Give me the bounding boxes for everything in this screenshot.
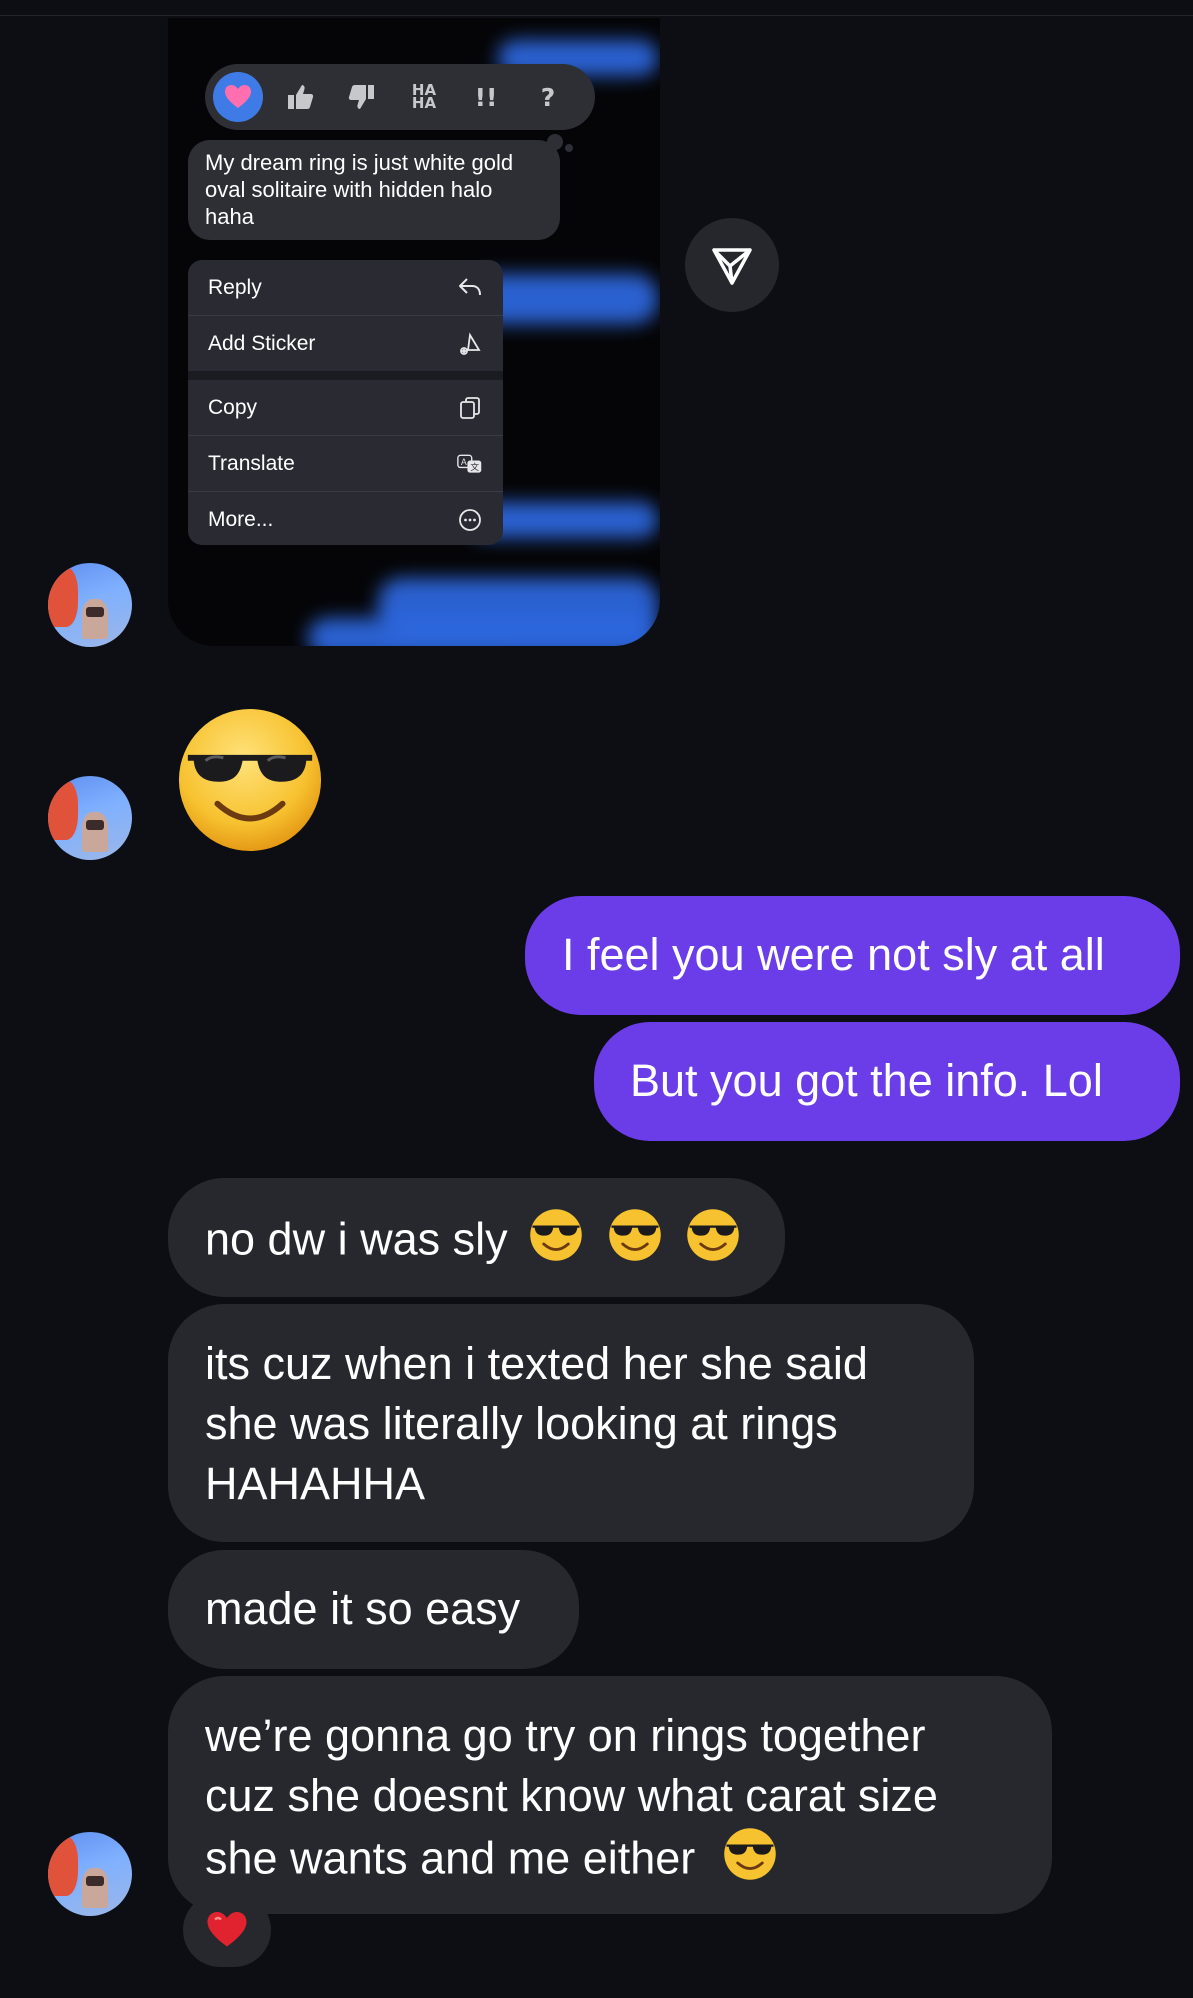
avatar[interactable] xyxy=(48,563,132,647)
avatar[interactable] xyxy=(48,776,132,860)
haha-reaction-icon[interactable]: HA HA xyxy=(399,72,449,122)
question-reaction-icon[interactable]: ? xyxy=(523,72,573,122)
menu-item-label: Reply xyxy=(208,275,262,299)
top-divider xyxy=(0,15,1193,16)
message-text-line: she was literally looking at rings xyxy=(205,1398,838,1449)
sunglasses-emoji-message[interactable] xyxy=(176,706,324,854)
message-text-line: its cuz when i texted her she said xyxy=(205,1338,868,1389)
sunglasses-emoji xyxy=(685,1207,741,1278)
menu-item-translate[interactable]: Translate A文 xyxy=(188,436,503,491)
sent-message[interactable]: But you got the info. Lol xyxy=(594,1022,1180,1141)
avatar[interactable] xyxy=(48,1832,132,1916)
menu-item-label: More... xyxy=(208,507,274,531)
svg-text:A: A xyxy=(461,457,467,467)
message-reaction-badge[interactable] xyxy=(183,1893,271,1967)
message-text-line: cuz she doesnt know what carat size xyxy=(205,1770,938,1821)
exclamation-reaction-icon[interactable]: !! xyxy=(461,72,511,122)
sunglasses-emoji xyxy=(607,1207,663,1278)
message-text: But you got the info. Lol xyxy=(630,1055,1103,1106)
menu-item-copy[interactable]: Copy xyxy=(188,380,503,435)
reply-icon xyxy=(457,275,483,301)
preview-text: My dream ring is just white gold oval so… xyxy=(205,150,514,229)
message-text: I feel you were not sly at all xyxy=(562,929,1105,980)
copy-icon xyxy=(457,395,483,421)
received-message[interactable]: its cuz when i texted her she said she w… xyxy=(168,1304,974,1542)
heart-icon xyxy=(207,1912,247,1947)
menu-item-label: Add Sticker xyxy=(208,331,316,355)
message-text-line: HAHAHHA xyxy=(205,1458,426,1509)
context-menu: Reply Add Sticker Copy Translate A文 More… xyxy=(188,260,503,545)
reaction-bar-tail-dot xyxy=(565,144,573,152)
received-message[interactable]: we’re gonna go try on rings together cuz… xyxy=(168,1676,1052,1914)
received-message[interactable]: made it so easy xyxy=(168,1550,579,1669)
svg-text:文: 文 xyxy=(470,461,479,473)
more-icon xyxy=(457,507,483,533)
sunglasses-emoji xyxy=(528,1207,584,1278)
message-text: made it so easy xyxy=(205,1583,521,1634)
menu-item-reply[interactable]: Reply xyxy=(188,260,503,315)
menu-item-label: Copy xyxy=(208,395,258,419)
message-text-line: she wants and me either xyxy=(205,1832,696,1884)
thumbs-down-icon[interactable] xyxy=(337,72,387,122)
received-message[interactable]: no dw i was sly xyxy=(168,1178,785,1297)
menu-item-more[interactable]: More... xyxy=(188,492,503,545)
menu-item-label: Translate xyxy=(208,451,295,475)
selected-message-preview: My dream ring is just white gold oval so… xyxy=(188,140,560,240)
thumbs-up-icon[interactable] xyxy=(275,72,325,122)
translate-icon: A文 xyxy=(457,451,483,477)
sticker-icon xyxy=(457,331,483,357)
share-button[interactable] xyxy=(685,218,779,312)
message-text: no dw i was sly xyxy=(205,1213,508,1265)
sunglasses-emoji xyxy=(722,1826,778,1897)
menu-item-add-sticker[interactable]: Add Sticker xyxy=(188,316,503,371)
heart-reaction-icon[interactable] xyxy=(213,72,263,122)
message-text-line: we’re gonna go try on rings together xyxy=(205,1710,926,1761)
reaction-bar: HA HA !! ? xyxy=(205,64,595,130)
send-icon xyxy=(712,248,752,285)
sent-message[interactable]: I feel you were not sly at all xyxy=(525,896,1180,1015)
